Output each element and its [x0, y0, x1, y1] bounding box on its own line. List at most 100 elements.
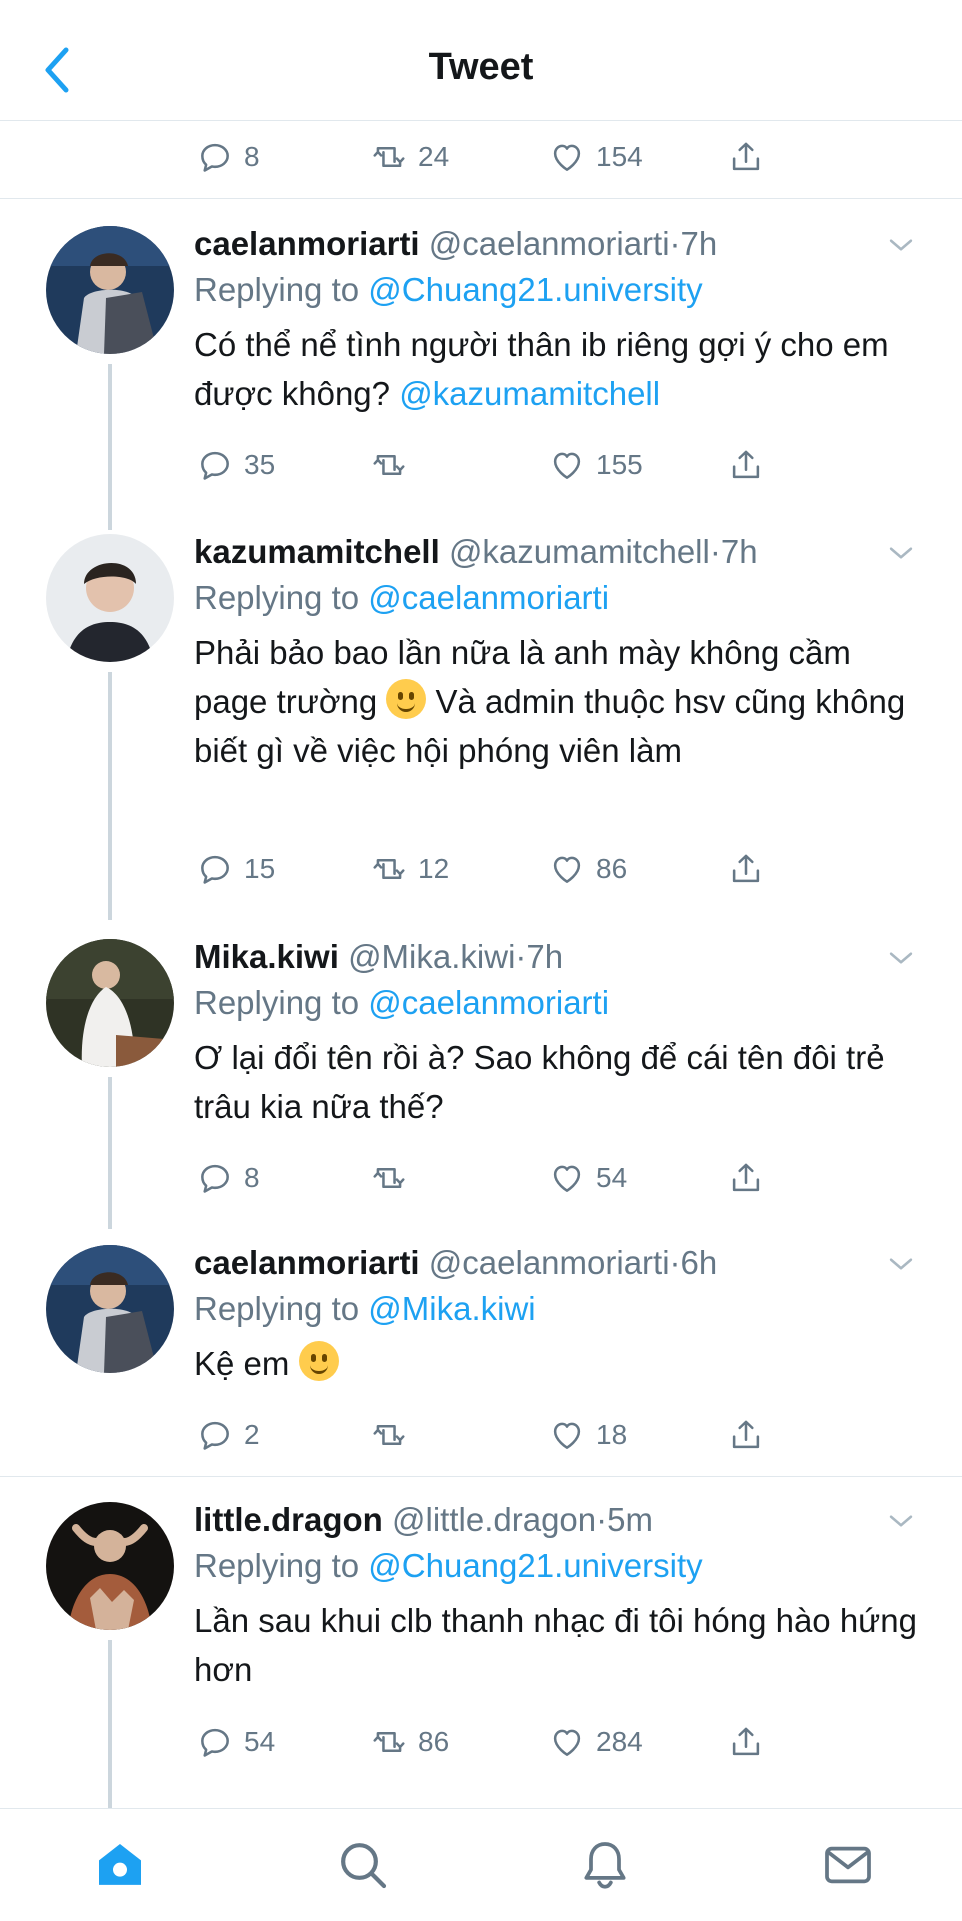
heart-icon: [548, 446, 586, 484]
retweet-button[interactable]: 12: [370, 844, 449, 894]
display-name[interactable]: Mika.kiwi: [194, 938, 339, 975]
like-button[interactable]: 86: [548, 844, 627, 894]
reply-button[interactable]: 54: [196, 1717, 275, 1767]
tweet-actions: 8 54: [0, 1153, 962, 1203]
tab-messages[interactable]: [820, 1837, 876, 1893]
share-button[interactable]: [727, 1410, 765, 1460]
page-title: Tweet: [428, 46, 534, 88]
main-tweet-actions: 8 24 154: [0, 132, 962, 182]
mention-link[interactable]: @kazumamitchell: [399, 375, 660, 412]
tweet-actions: 2 18: [0, 1410, 962, 1460]
retweet-icon: [370, 138, 408, 176]
username[interactable]: @caelanmoriarti: [429, 1244, 670, 1281]
retweet-button[interactable]: [370, 1153, 418, 1203]
tweet-text: Có thể nể tình người thân ib riêng gợi ý…: [194, 326, 889, 412]
tweet-header: Mika.kiwi @Mika.kiwi·7h: [194, 938, 564, 975]
replying-to: Replying to @caelanmoriarti: [194, 579, 610, 616]
heart-icon: [548, 1159, 586, 1197]
timestamp: 7h: [720, 533, 758, 570]
retweet-button[interactable]: [370, 440, 418, 490]
retweet-icon: [370, 850, 408, 888]
heart-icon: [548, 1723, 586, 1761]
timestamp: 7h: [526, 938, 564, 975]
reply-icon: [196, 1416, 234, 1454]
reply-icon: [196, 138, 234, 176]
reply-to-link[interactable]: @Mika.kiwi: [368, 1290, 535, 1327]
tweet-header: caelanmoriarti @caelanmoriarti·7h: [194, 225, 718, 262]
tweet-actions: 35 155: [0, 440, 962, 490]
display-name[interactable]: caelanmoriarti: [194, 225, 420, 262]
share-icon: [727, 1723, 765, 1761]
retweet-button[interactable]: 24: [370, 132, 449, 182]
avatar[interactable]: [46, 1245, 174, 1373]
tab-notifications[interactable]: [577, 1837, 633, 1893]
reply-button[interactable]: 8: [196, 1153, 260, 1203]
tweet-header: kazumamitchell @kazumamitchell·7h: [194, 533, 758, 570]
reply-to-link[interactable]: @caelanmoriarti: [368, 984, 609, 1021]
replying-to: Replying to @caelanmoriarti: [194, 984, 610, 1021]
like-button[interactable]: 284: [548, 1717, 643, 1767]
avatar[interactable]: [46, 226, 174, 354]
share-button[interactable]: [727, 132, 765, 182]
display-name[interactable]: kazumamitchell: [194, 533, 440, 570]
chevron-down-icon[interactable]: [884, 1504, 918, 1538]
avatar[interactable]: [46, 534, 174, 662]
username[interactable]: @little.dragon: [392, 1501, 596, 1538]
search-icon: [341, 1843, 387, 1889]
tab-home[interactable]: [92, 1837, 148, 1893]
replying-to: Replying to @Chuang21.university: [194, 1547, 703, 1584]
display-name[interactable]: caelanmoriarti: [194, 1244, 420, 1281]
reply-button[interactable]: 35: [196, 440, 275, 490]
username[interactable]: @kazumamitchell: [449, 533, 710, 570]
avatar[interactable]: [46, 1502, 174, 1630]
reply-icon: [196, 1723, 234, 1761]
retweet-button[interactable]: 86: [370, 1717, 449, 1767]
like-button[interactable]: 18: [548, 1410, 627, 1460]
replying-to: Replying to @Mika.kiwi: [194, 1290, 536, 1327]
tweet-header: little.dragon @little.dragon·5m: [194, 1501, 653, 1538]
reply-to-link[interactable]: @Chuang21.university: [368, 271, 702, 308]
reply-button[interactable]: 2: [196, 1410, 260, 1460]
tweet-actions: 15 12 86: [0, 844, 962, 894]
timestamp: 6h: [680, 1244, 718, 1281]
like-button[interactable]: 154: [548, 132, 643, 182]
retweet-button[interactable]: [370, 1410, 418, 1460]
divider: [0, 198, 962, 199]
username[interactable]: @caelanmoriarti: [429, 225, 670, 262]
like-button[interactable]: 54: [548, 1153, 627, 1203]
tweet-actions: 54 86 284: [0, 1717, 962, 1767]
reply-to-link[interactable]: @caelanmoriarti: [368, 579, 609, 616]
share-button[interactable]: [727, 1717, 765, 1767]
replying-to: Replying to @Chuang21.university: [194, 271, 703, 308]
slightly-smiling-emoji-icon: [386, 679, 427, 719]
chevron-down-icon[interactable]: [884, 941, 918, 975]
display-name[interactable]: little.dragon: [194, 1501, 383, 1538]
timestamp: 5m: [607, 1501, 653, 1538]
reply-button[interactable]: 8: [196, 132, 260, 182]
retweet-icon: [370, 1723, 408, 1761]
share-icon: [727, 850, 765, 888]
slightly-smiling-emoji-icon: [298, 1341, 339, 1381]
share-icon: [727, 1416, 765, 1454]
heart-icon: [548, 1416, 586, 1454]
share-button[interactable]: [727, 1153, 765, 1203]
share-button[interactable]: [727, 440, 765, 490]
retweet-icon: [370, 446, 408, 484]
chevron-down-icon[interactable]: [884, 536, 918, 570]
avatar[interactable]: [46, 939, 174, 1067]
tweet-text: Phải bảo bao lần nữa là anh mày không cầ…: [194, 634, 906, 769]
reply-icon: [196, 1159, 234, 1197]
tweet-text: Kệ em: [194, 1339, 922, 1388]
username[interactable]: @Mika.kiwi: [348, 938, 515, 975]
chevron-down-icon[interactable]: [884, 1247, 918, 1281]
share-button[interactable]: [727, 844, 765, 894]
chevron-down-icon[interactable]: [884, 228, 918, 262]
tab-search[interactable]: [335, 1837, 391, 1893]
like-button[interactable]: 155: [548, 440, 643, 490]
heart-icon: [548, 850, 586, 888]
share-icon: [727, 138, 765, 176]
tweet-text: Ơ lại đổi tên rồi à? Sao không để cái tê…: [194, 1039, 885, 1125]
reply-to-link[interactable]: @Chuang21.university: [368, 1547, 702, 1584]
reply-button[interactable]: 15: [196, 844, 275, 894]
mail-icon: [825, 1846, 871, 1884]
